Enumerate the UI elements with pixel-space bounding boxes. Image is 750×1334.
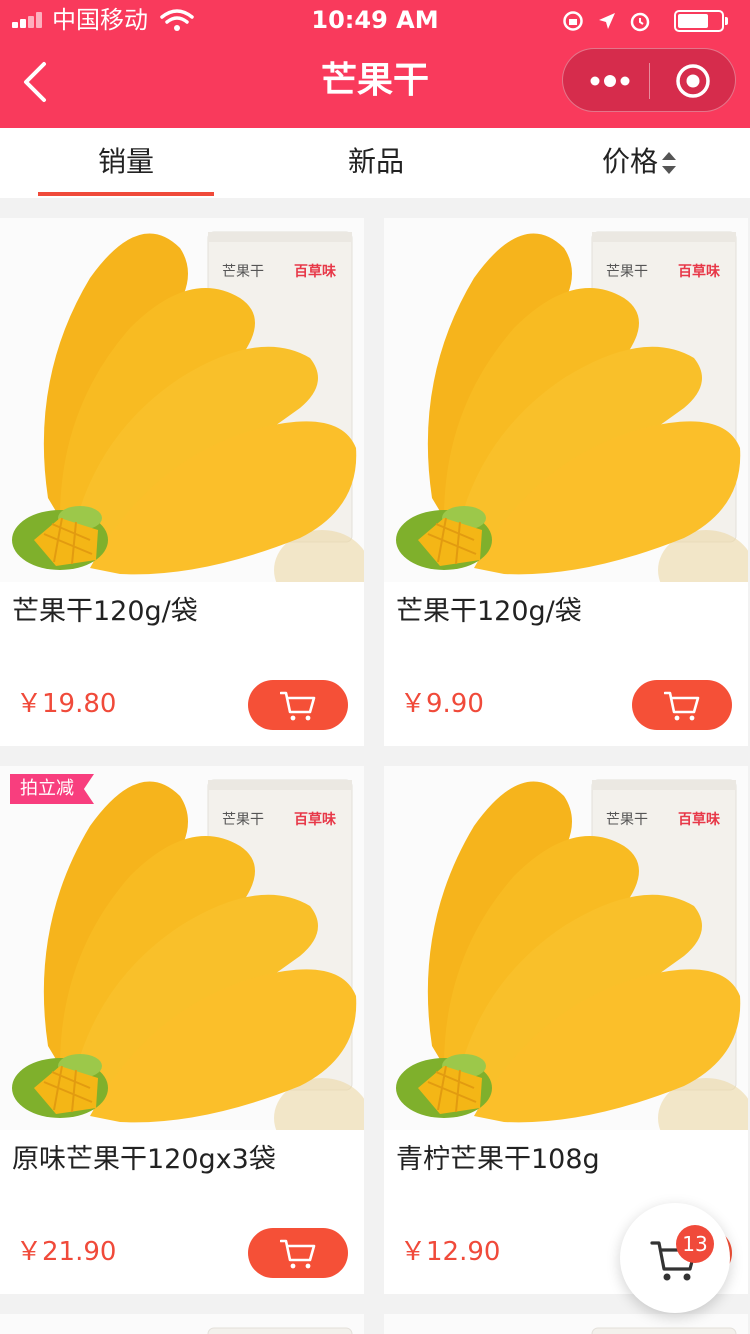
add-cart-icon [280, 691, 316, 721]
product-image: 芒果干 百草味 [0, 218, 364, 746]
product-card[interactable]: 芒果干 百草味 原味芒果干120gx3袋 ￥21.90 拍立减 [0, 766, 364, 1294]
product-card-partial [384, 1314, 748, 1334]
product-image: 芒果干 百草味 [384, 766, 748, 1294]
product-image: 芒果干 百草味 [384, 218, 748, 746]
more-icon[interactable] [585, 69, 635, 93]
product-price: ￥21.90 [16, 1237, 117, 1267]
product-image-wrap[interactable]: 芒果干 百草味 [0, 766, 364, 1294]
tab-price-label: 价格 [601, 145, 658, 178]
package-title: 芒果干 [222, 264, 264, 280]
product-image [0, 1314, 364, 1334]
status-bar: 中国移动 10:49 AM [0, 0, 750, 40]
package-brand: 百草味 [678, 263, 720, 280]
capsule-divider [649, 63, 650, 99]
add-to-cart-button[interactable] [248, 680, 348, 730]
product-price: ￥9.90 [400, 689, 484, 719]
package-title: 芒果干 [606, 812, 648, 828]
product-card[interactable]: 芒果干 百草味 芒果干120g/袋 ￥9.90 [384, 218, 748, 746]
product-name: 原味芒果干120gx3袋 [12, 1144, 276, 1175]
product-name: 青柠芒果干108g [396, 1144, 600, 1175]
product-name: 芒果干120g/袋 [396, 596, 582, 627]
floating-cart-button[interactable]: 13 [620, 1203, 730, 1313]
add-to-cart-button[interactable] [632, 680, 732, 730]
product-image-wrap [384, 1314, 748, 1334]
product-card[interactable]: 芒果干 百草味 芒果干120g/袋 ￥19.80 [0, 218, 364, 746]
sort-tabs: 销量 新品 价格 [0, 128, 750, 198]
product-price: ￥19.80 [16, 689, 117, 719]
battery-icon [674, 10, 728, 32]
package-brand: 百草味 [294, 811, 336, 828]
location-icon [599, 13, 615, 29]
package-title: 芒果干 [606, 264, 648, 280]
product-image-wrap[interactable]: 芒果干 百草味 [384, 766, 748, 1294]
menu-capsule [562, 48, 736, 112]
close-miniprogram-icon[interactable] [675, 63, 711, 99]
product-card-partial [0, 1314, 364, 1334]
package-title: 芒果干 [222, 812, 264, 828]
package-brand: 百草味 [294, 263, 336, 280]
add-cart-icon [280, 1239, 316, 1269]
top-bar: 中国移动 10:49 AM 芒果干 [0, 0, 750, 128]
rotation-lock-icon [563, 11, 583, 31]
add-to-cart-button[interactable] [248, 1228, 348, 1278]
product-image-wrap[interactable]: 芒果干 百草味 [384, 218, 748, 746]
promo-tag: 拍立减 [10, 774, 94, 804]
product-image: 芒果干 百草味 [0, 766, 364, 1294]
product-image-wrap[interactable]: 芒果干 百草味 [0, 218, 364, 746]
active-tab-indicator [38, 192, 214, 196]
tab-sales[interactable]: 销量 [38, 128, 214, 198]
add-cart-icon [664, 691, 700, 721]
product-image-wrap [0, 1314, 364, 1334]
tab-new[interactable]: 新品 [288, 128, 464, 198]
product-name: 芒果干120g/袋 [12, 596, 198, 627]
sort-updown-icon [662, 152, 676, 174]
cart-count-badge: 13 [676, 1225, 714, 1263]
status-icons [552, 8, 732, 32]
package-brand: 百草味 [678, 811, 720, 828]
product-price: ￥12.90 [400, 1237, 501, 1267]
product-image [384, 1314, 748, 1334]
alarm-icon [630, 12, 650, 32]
